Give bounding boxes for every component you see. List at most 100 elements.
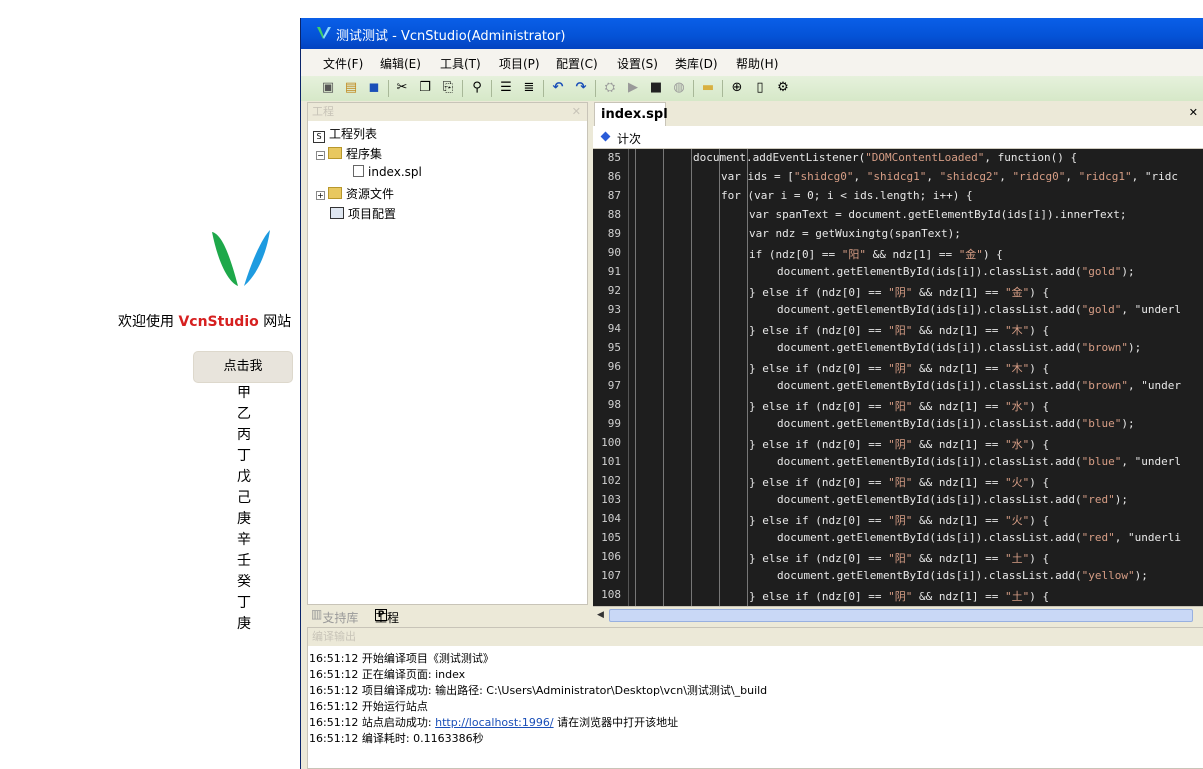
line-number: 106 <box>601 550 621 563</box>
output-line: 16:51:12 开始编译项目《测试测试》 <box>309 650 494 666</box>
menu-edit[interactable]: 编辑(E) <box>380 55 421 72</box>
stop-icon[interactable]: ■ <box>648 80 664 96</box>
expand-icon[interactable]: + <box>316 191 325 200</box>
find-icon[interactable]: ⚲ <box>469 80 485 96</box>
welcome-text: 欢迎使用 VcnStudio 网站 <box>118 311 291 331</box>
code-line: } else if (ndz[0] == "阴" && ndz[1] == "火… <box>749 514 1050 527</box>
run-icon[interactable]: ▶ <box>625 80 641 96</box>
click-me-button[interactable]: 点击我 <box>193 351 293 383</box>
stem-item: 庚 <box>237 511 251 527</box>
redo-icon[interactable]: ↷ <box>573 80 589 96</box>
line-number: 91 <box>607 265 621 278</box>
tree-label: index.spl <box>368 165 422 179</box>
output-text: 16:51:12 站点启动成功: <box>309 716 436 729</box>
output-line: 16:51:12 正在编译页面: index <box>309 666 465 682</box>
line-number: 87 <box>607 189 621 202</box>
globe-icon[interactable]: ⊕ <box>729 80 745 96</box>
code-line: document.getElementById(ids[i]).classLis… <box>777 265 1135 278</box>
stem-item: 辛 <box>237 532 251 548</box>
stem-item: 甲 <box>237 385 251 401</box>
stem-item: 壬 <box>237 553 251 569</box>
folder-icon[interactable]: ▬ <box>700 80 716 96</box>
method-icon <box>600 131 611 142</box>
title-bar[interactable]: 测试测试 - VcnStudio(Administrator) <box>301 18 1203 49</box>
menu-project[interactable]: 项目(P) <box>499 55 540 72</box>
tree-project-config[interactable]: 项目配置 <box>330 205 396 222</box>
solution-icon: S <box>313 131 325 143</box>
tab-support-library[interactable]: ▥ 支持库 <box>311 607 358 625</box>
nav-label: 计次 <box>617 132 642 146</box>
navigation-bar[interactable]: 计次 <box>593 126 1203 149</box>
code-line: } else if (ndz[0] == "阳" && ndz[1] == "木… <box>749 324 1050 337</box>
line-number: 98 <box>607 398 621 411</box>
save-icon[interactable]: ◼ <box>366 80 382 96</box>
line-number: 88 <box>607 208 621 221</box>
tree-project-list[interactable]: S 工程列表 <box>313 125 377 143</box>
scrollbar-thumb[interactable] <box>609 609 1193 622</box>
outdent-icon[interactable]: ≣ <box>521 80 537 96</box>
open-icon[interactable]: ▤ <box>343 80 359 96</box>
browser-icon[interactable]: ◍ <box>671 80 687 96</box>
tab-label: 支持库 <box>322 611 359 625</box>
tree-label: 程序集 <box>346 147 383 161</box>
menu-tools[interactable]: 工具(T) <box>440 55 481 72</box>
code-line: } else if (ndz[0] == "阴" && ndz[1] == "水… <box>749 438 1050 451</box>
document-icon[interactable]: ▯ <box>752 80 768 96</box>
tab-label: index.spl <box>601 107 668 122</box>
tab-index-spl[interactable]: index.spl <box>594 102 668 126</box>
undo-icon[interactable]: ↶ <box>550 80 566 96</box>
menu-help[interactable]: 帮助(H) <box>736 55 778 72</box>
cut-icon[interactable]: ✂ <box>394 80 410 96</box>
copy-icon[interactable]: ❐ <box>417 80 433 96</box>
code-area[interactable]: 85 86 87 88 89 90 91 92 93 94 95 96 97 98 99 100 101 102 1… <box>593 149 1203 606</box>
line-number: 94 <box>607 322 621 335</box>
tree-resources[interactable]: + 资源文件 <box>316 185 394 202</box>
code-line: document.addEventListener("DOMContentLoa… <box>693 151 1078 164</box>
line-number: 101 <box>601 455 621 468</box>
line-number: 107 <box>601 569 621 582</box>
menu-settings[interactable]: 设置(S) <box>617 55 658 72</box>
code-line: document.getElementById(ids[i]).classLis… <box>777 341 1142 354</box>
stem-item: 癸 <box>237 574 251 590</box>
code-line: var ndz = getWuxingtg(spanText); <box>749 227 961 240</box>
menu-file[interactable]: 文件(F) <box>323 55 363 72</box>
indent-icon[interactable]: ☰ <box>498 80 514 96</box>
window-title: 测试测试 - VcnStudio(Administrator) <box>336 29 566 44</box>
project-tabs: ▥ 支持库 P 工程 <box>307 604 588 625</box>
tree-file-index[interactable]: index.spl <box>353 165 422 179</box>
line-number: 90 <box>607 246 621 259</box>
code-line: document.getElementById(ids[i]).classLis… <box>777 569 1148 582</box>
collapse-icon[interactable]: − <box>316 151 325 160</box>
build-icon[interactable]: ⛭ <box>602 80 618 96</box>
code-line: } else if (ndz[0] == "阴" && ndz[1] == "木… <box>749 362 1050 375</box>
code-line: } else if (ndz[0] == "阴" && ndz[1] == "金… <box>749 286 1050 299</box>
welcome-brand: VcnStudio <box>178 314 259 330</box>
menu-bar: 文件(F) 编辑(E) 工具(T) 项目(P) 配置(C) 设置(S) 类库(D… <box>301 49 1203 76</box>
horizontal-scrollbar[interactable]: ◀ <box>593 606 1203 624</box>
close-icon[interactable]: ✕ <box>1189 106 1198 119</box>
code-line: document.getElementById(ids[i]).classLis… <box>777 379 1181 392</box>
paste-icon[interactable]: ⎘ <box>440 80 456 96</box>
pin-icon[interactable]: ✕ <box>572 103 581 121</box>
settings-icon[interactable]: ⚙ <box>775 80 791 96</box>
toolbar: ▣ ▤ ◼ ✂ ❐ ⎘ ⚲ ☰ ≣ ↶ ↷ ⛭ ▶ ■ ◍ ▬ ⊕ ▯ ⚙ <box>301 76 1203 101</box>
vcnstudio-logo-icon <box>317 27 331 39</box>
output-text: 16:51:12 正在编译页面: index <box>309 668 466 681</box>
menu-library[interactable]: 类库(D) <box>675 55 718 72</box>
new-project-icon[interactable]: ▣ <box>320 80 336 96</box>
line-number: 95 <box>607 341 621 354</box>
stem-item: 丁 <box>237 595 251 611</box>
localhost-link[interactable]: http://localhost:1996/ <box>435 716 553 729</box>
scroll-left-icon[interactable]: ◀ <box>597 610 604 620</box>
vcnstudio-logo <box>212 230 270 286</box>
menu-config[interactable]: 配置(C) <box>556 55 598 72</box>
code-line: if (ndz[0] == "阳" && ndz[1] == "金") { <box>749 248 1003 261</box>
output-header: 编译输出 <box>308 628 1203 646</box>
tree-assembly[interactable]: − 程序集 <box>316 145 382 162</box>
stem-item: 庚 <box>237 616 251 632</box>
project-panel-header: 工程 ✕ <box>308 103 587 121</box>
line-number: 96 <box>607 360 621 373</box>
welcome-suffix: 网站 <box>263 314 292 330</box>
code-line: for (var i = 0; i < ids.length; i++) { <box>721 189 973 202</box>
code-line: document.getElementById(ids[i]).classLis… <box>777 531 1181 544</box>
